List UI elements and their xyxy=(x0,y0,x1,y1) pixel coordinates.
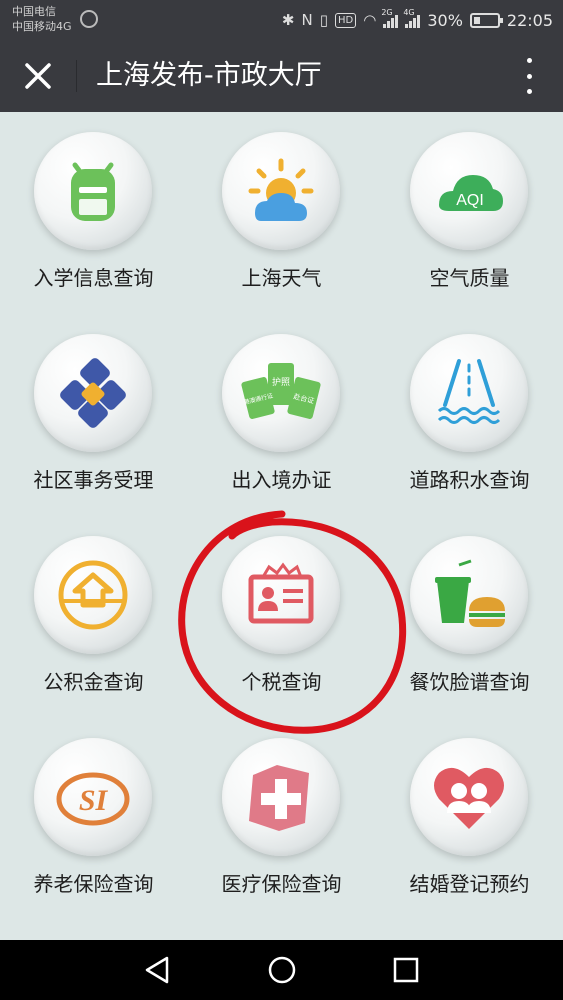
weather-icon xyxy=(248,158,314,221)
more-dot xyxy=(526,89,532,94)
aqi-cloud-icon: AQI xyxy=(439,175,503,211)
tile-air-quality[interactable]: AQI 空气质量 xyxy=(376,112,563,314)
tile-bubble xyxy=(34,132,152,250)
social-insurance-icon: SI xyxy=(56,772,130,826)
community-icon xyxy=(60,358,126,428)
tile-bubble xyxy=(34,334,152,452)
nfc-icon: N xyxy=(301,11,313,29)
close-icon xyxy=(25,63,51,89)
tile-label: 医疗保险查询 xyxy=(221,872,342,896)
more-dot xyxy=(526,73,532,79)
tax-id-icon xyxy=(248,562,314,624)
signal-icon-1: 2G xyxy=(381,8,399,28)
tile-label: 空气质量 xyxy=(429,266,510,290)
road-water-icon xyxy=(437,359,501,424)
title-divider xyxy=(76,60,77,92)
tile-community[interactable]: 社区事务受理 xyxy=(0,314,187,516)
signal-icon-2: 4G xyxy=(403,8,421,28)
marriage-heart-icon xyxy=(434,767,504,829)
tile-bubble xyxy=(410,738,528,856)
si-text: SI xyxy=(79,784,109,817)
tile-road-water[interactable]: 道路积水查询 xyxy=(376,314,563,516)
aqi-text: AQI xyxy=(456,192,484,209)
clock: 22:05 xyxy=(506,10,553,30)
tile-bubble: 港澳通行证 护照 赴台证 xyxy=(222,334,340,452)
carrier-2: 中国移动4G xyxy=(12,20,72,33)
page-title: 上海发布-市政大厅 xyxy=(96,60,322,91)
status-icons: ✱ N ▯ HD ◠ 2G 4G 30% 22:05 xyxy=(282,8,553,32)
tile-label: 餐饮脸谱查询 xyxy=(409,670,530,694)
tile-food-safety[interactable]: 餐饮脸谱查询 xyxy=(376,516,563,718)
more-menu-button[interactable] xyxy=(525,58,533,94)
food-drink-icon xyxy=(435,559,505,627)
card-text-passport: 护照 xyxy=(272,376,290,388)
tile-bubble: SI xyxy=(34,738,152,856)
tile-bubble xyxy=(410,334,528,452)
tile-label: 公积金查询 xyxy=(43,670,144,694)
tile-weather[interactable]: 上海天气 xyxy=(188,112,375,314)
status-bar: 中国电信 中国移动4G ✱ N ▯ HD ◠ 2G 4G 30% 22:05 xyxy=(0,0,563,40)
backpack-icon xyxy=(71,162,115,221)
recents-button[interactable] xyxy=(386,954,426,986)
tile-bubble xyxy=(34,536,152,654)
tile-medical-insurance[interactable]: 医疗保险查询 xyxy=(188,718,375,920)
tile-bubble xyxy=(222,536,340,654)
passport-cards-icon: 港澳通行证 护照 赴台证 xyxy=(241,363,321,419)
tile-label: 结婚登记预约 xyxy=(409,872,530,896)
battery-icon xyxy=(469,12,503,28)
tile-housing-fund[interactable]: 公积金查询 xyxy=(0,516,187,718)
tile-label: 养老保险查询 xyxy=(33,872,154,896)
tile-marriage[interactable]: 结婚登记预约 xyxy=(376,718,563,920)
tile-label: 社区事务受理 xyxy=(33,468,154,492)
vibrate-icon: ▯ xyxy=(319,11,328,29)
back-button[interactable] xyxy=(137,954,177,986)
home-button[interactable] xyxy=(262,954,302,986)
tile-bubble: AQI xyxy=(410,132,528,250)
tile-bubble xyxy=(410,536,528,654)
hd-icon: HD xyxy=(335,12,357,28)
title-bar: 上海发布-市政大厅 xyxy=(0,40,563,112)
housing-fund-icon xyxy=(58,560,128,630)
tile-label: 入学信息查询 xyxy=(33,266,154,290)
tile-income-tax[interactable]: 个税查询 xyxy=(188,516,375,718)
bluetooth-icon: ✱ xyxy=(281,11,295,29)
tile-pension[interactable]: SI 养老保险查询 xyxy=(0,718,187,920)
tile-label: 上海天气 xyxy=(241,266,322,290)
wifi-icon: ◠ xyxy=(363,11,377,29)
navigation-bar xyxy=(0,940,563,1000)
tile-label: 出入境办证 xyxy=(231,468,332,492)
carrier-1: 中国电信 xyxy=(12,5,56,18)
tile-label: 道路积水查询 xyxy=(409,468,530,492)
tile-label: 个税查询 xyxy=(241,670,322,694)
battery-percent: 30% xyxy=(427,10,463,30)
tile-bubble xyxy=(222,132,340,250)
carrier-info: 中国电信 中国移动4G xyxy=(12,4,72,34)
more-dot xyxy=(526,58,532,63)
tile-enrollment[interactable]: 入学信息查询 xyxy=(0,112,187,314)
tile-bubble xyxy=(222,738,340,856)
notification-icon xyxy=(80,10,98,28)
tile-exit-entry[interactable]: 港澳通行证 护照 赴台证 出入境办证 xyxy=(188,314,375,516)
medical-cross-icon xyxy=(249,765,309,831)
close-button[interactable] xyxy=(18,58,58,94)
